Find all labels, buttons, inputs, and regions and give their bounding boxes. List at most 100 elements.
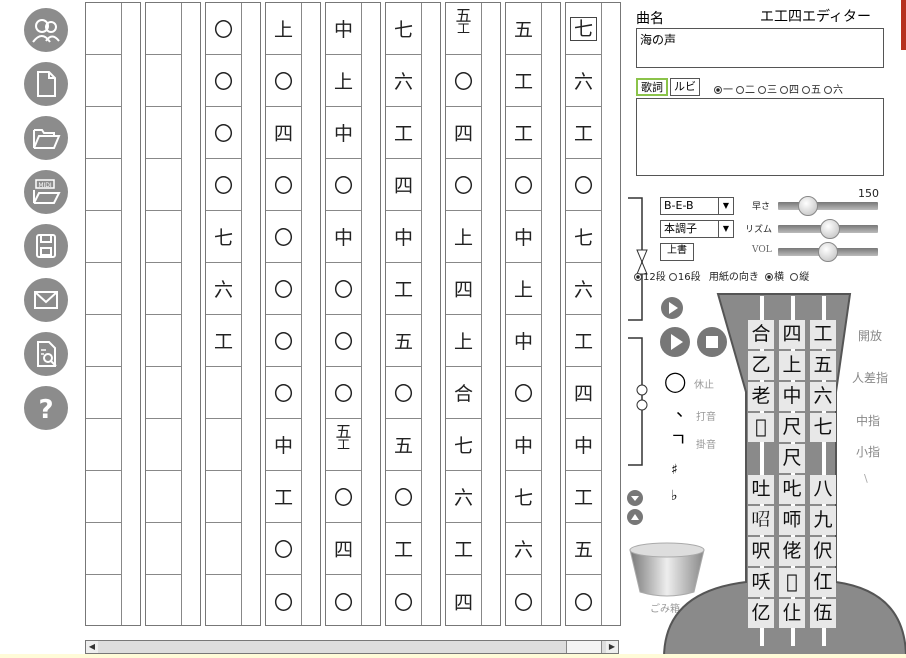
flute-note[interactable]: 伬	[810, 537, 836, 566]
score-cell[interactable]: 〇	[386, 575, 421, 627]
preview-button[interactable]	[24, 332, 68, 376]
score-cell[interactable]: 工	[506, 107, 541, 159]
score-cell[interactable]: 中	[506, 211, 541, 263]
score-cell[interactable]	[146, 523, 181, 575]
song-title-input[interactable]: 海の声	[636, 28, 884, 68]
score-cell[interactable]: 〇	[266, 315, 301, 367]
score-cell[interactable]	[86, 55, 121, 107]
score-cell[interactable]: 五工	[326, 419, 361, 471]
score-cell[interactable]: 工	[566, 107, 601, 159]
flute-note[interactable]: 七	[810, 413, 836, 442]
score-cell[interactable]: 四	[446, 107, 481, 159]
lyrics-lane[interactable]	[601, 3, 620, 625]
score-cell[interactable]: 六	[566, 263, 601, 315]
score-cell[interactable]: 上	[446, 315, 481, 367]
rhythm-slider[interactable]	[778, 219, 878, 239]
score-cell[interactable]: 〇	[326, 263, 361, 315]
score-cell[interactable]: 〇	[266, 263, 301, 315]
rows-12-radio[interactable]	[634, 273, 642, 281]
flute-note[interactable]: 𠯗	[779, 506, 805, 535]
overwrite-button[interactable]: 上書	[660, 243, 694, 261]
score-cell[interactable]	[86, 471, 121, 523]
score-cell[interactable]: 中	[266, 419, 301, 471]
score-cell[interactable]: 工	[446, 523, 481, 575]
score-cell[interactable]: 〇	[446, 55, 481, 107]
flute-note[interactable]: 吐	[748, 475, 774, 504]
score-cell[interactable]	[206, 575, 241, 627]
flute-note[interactable]: 𫝀	[779, 568, 805, 597]
user-group-button[interactable]	[24, 8, 68, 52]
score-cell[interactable]: 〇	[506, 159, 541, 211]
score-cell[interactable]	[86, 419, 121, 471]
flute-note[interactable]: 尺	[779, 444, 805, 473]
score-cell[interactable]	[206, 367, 241, 419]
score-cell[interactable]: 七	[386, 3, 421, 55]
flute-note[interactable]: 九	[810, 506, 836, 535]
score-cell[interactable]: 〇	[266, 159, 301, 211]
score-cell[interactable]: 〇	[386, 367, 421, 419]
lyrics-lane[interactable]	[361, 3, 380, 625]
score-cell[interactable]: 〇	[206, 3, 241, 55]
score-cell[interactable]	[146, 211, 181, 263]
verse-radio[interactable]	[736, 86, 744, 94]
flute-note[interactable]: 尺	[779, 413, 805, 442]
flute-note[interactable]: 呎	[748, 537, 774, 566]
tab-ruby[interactable]: ルビ	[670, 78, 700, 96]
score-cell[interactable]: 中	[566, 419, 601, 471]
score-cell[interactable]	[146, 471, 181, 523]
save-button[interactable]	[24, 224, 68, 268]
score-cell[interactable]: 〇	[446, 159, 481, 211]
score-cell[interactable]: 〇	[326, 367, 361, 419]
score-cell[interactable]: 七	[566, 3, 601, 55]
score-cell[interactable]: 〇	[326, 471, 361, 523]
flute-note[interactable]: 八	[810, 475, 836, 504]
flute-note[interactable]: 仩	[779, 599, 805, 628]
score-cell[interactable]: 工	[266, 471, 301, 523]
rows-16-radio[interactable]	[668, 273, 677, 281]
score-cell[interactable]: 〇	[206, 159, 241, 211]
volume-slider[interactable]	[778, 242, 878, 262]
score-cell[interactable]: 中	[326, 107, 361, 159]
score-cell[interactable]: 六	[446, 471, 481, 523]
score-cell[interactable]	[86, 159, 121, 211]
score-cell[interactable]: 工	[566, 315, 601, 367]
score-cell[interactable]: 七	[206, 211, 241, 263]
score-cell[interactable]: 工	[566, 471, 601, 523]
score-cell[interactable]: 七	[446, 419, 481, 471]
score-cell[interactable]	[86, 367, 121, 419]
score-cell[interactable]: 六	[566, 55, 601, 107]
score-cell[interactable]	[146, 263, 181, 315]
verse-radio[interactable]	[824, 86, 832, 94]
score-cell[interactable]	[86, 575, 121, 627]
move-up-button[interactable]	[627, 509, 643, 525]
score-cell[interactable]: 〇	[266, 367, 301, 419]
score-cell[interactable]: 四	[446, 575, 481, 627]
score-cell[interactable]	[206, 419, 241, 471]
mode-select[interactable]: 本調子 ▼	[660, 220, 734, 238]
score-cell[interactable]: 四	[386, 159, 421, 211]
score-cell[interactable]: 〇	[566, 575, 601, 627]
score-cell[interactable]: 〇	[386, 471, 421, 523]
lyrics-lane[interactable]	[541, 3, 560, 625]
flute-note[interactable]: 工	[810, 320, 836, 349]
flute-note[interactable]	[810, 444, 836, 473]
score-cell[interactable]: 〇	[326, 159, 361, 211]
score-cell[interactable]: 上	[446, 211, 481, 263]
score-cell[interactable]: 四	[326, 523, 361, 575]
verse-radio[interactable]	[758, 86, 766, 94]
flute-note[interactable]: 㕭	[748, 568, 774, 597]
horizontal-scrollbar[interactable]: ◀ ▶	[85, 640, 619, 654]
score-cell[interactable]	[146, 159, 181, 211]
score-cell[interactable]	[146, 3, 181, 55]
lyrics-lane[interactable]	[421, 3, 440, 625]
flute-note[interactable]: 五	[810, 351, 836, 380]
flute-note[interactable]: 𠯮	[748, 413, 774, 442]
score-cell[interactable]	[146, 419, 181, 471]
score-cell[interactable]: 五	[386, 315, 421, 367]
score-cell[interactable]: 四	[446, 263, 481, 315]
orientation-landscape-radio[interactable]	[765, 273, 774, 281]
lyrics-lane[interactable]	[181, 3, 200, 625]
score-cell[interactable]: 上	[326, 55, 361, 107]
flute-note[interactable]: 亿	[748, 599, 774, 628]
flute-note[interactable]: 四	[779, 320, 805, 349]
